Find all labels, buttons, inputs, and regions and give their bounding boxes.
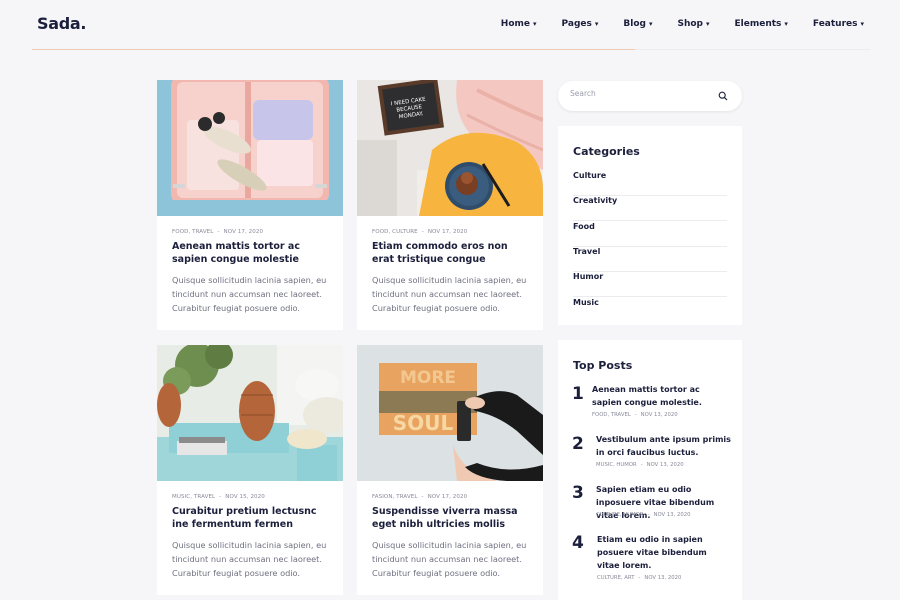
top-post-number: 2 [572, 434, 584, 454]
svg-text:SOUL: SOUL [393, 411, 454, 435]
chevron-down-icon: ▾ [784, 20, 788, 28]
living-room-image [157, 345, 343, 481]
post-thumbnail-poster[interactable]: MORE SOUL [357, 345, 543, 481]
nav-item-elements[interactable]: Elements ▾ [735, 19, 788, 29]
search-input[interactable] [570, 89, 710, 98]
post-date: NOV 17, 2020 [427, 494, 468, 500]
category-item-creativity[interactable]: Creativity [573, 196, 727, 221]
top-post-categories[interactable]: CULTURE, ART [597, 575, 634, 581]
top-post-meta: CULTURE, HUMOR - NOV 13, 2020 [596, 512, 691, 518]
post-meta: FASION, TRAVEL - NOV 17, 2020 [372, 494, 468, 500]
top-post-date: NOV 13, 2020 [640, 412, 678, 418]
nav-label: Pages [561, 19, 592, 29]
site-header: Sada. Home ▾ Pages ▾ Blog ▾ Shop ▾ Elements ▾… [0, 0, 900, 50]
post-card[interactable]: MUSIC, TRAVEL - NOV 15, 2020 Curabitur pre… [157, 345, 343, 595]
site-logo[interactable]: Sada. [37, 14, 86, 33]
post-title[interactable]: Etiam commodo eros non erat tristique co… [372, 240, 532, 266]
top-post-categories[interactable]: MUSIC, HUMOR [596, 462, 637, 468]
category-item-travel[interactable]: Travel [573, 247, 727, 272]
nav-label: Home [500, 19, 530, 29]
post-title[interactable]: Aenean mattis tortor ac sapien congue mo… [172, 240, 332, 266]
category-item-music[interactable]: Music [573, 298, 727, 323]
main-nav: Home ▾ Pages ▾ Blog ▾ Shop ▾ Elements ▾ Featu… [476, 19, 864, 29]
post-categories[interactable]: FASION, TRAVEL [372, 494, 418, 500]
post-thumbnail-room[interactable] [157, 345, 343, 481]
top-post-number: 4 [572, 533, 584, 553]
cake-letterboard-image: I NEED CAKE BECAUSE MONDAY. [357, 80, 543, 216]
post-card[interactable]: I NEED CAKE BECAUSE MONDAY. FOOD, CULTUR… [357, 80, 543, 330]
chevron-down-icon: ▾ [705, 20, 710, 28]
top-post-date: NOV 13, 2020 [644, 575, 682, 581]
post-categories[interactable]: MUSIC, TRAVEL [172, 494, 215, 500]
top-post-title[interactable]: Etiam eu odio in sapien posuere vitae bi… [597, 533, 727, 572]
nav-label: Shop [677, 19, 703, 29]
post-categories[interactable]: FOOD, CULTURE [372, 229, 418, 235]
top-post-number: 3 [572, 483, 584, 503]
nav-label: Features [812, 19, 858, 29]
top-post-categories[interactable]: CULTURE, HUMOR [596, 512, 644, 518]
post-title[interactable]: Curabitur pretium lectusnc ine fermentum… [172, 505, 332, 531]
post-date: NOV 15, 2020 [225, 494, 265, 500]
top-posts-widget: Top Posts 1 Aenean mattis tortor ac sapi… [558, 340, 742, 600]
header-divider [635, 49, 870, 50]
svg-text:MORE: MORE [400, 368, 456, 388]
post-excerpt: Quisque sollicitudin lacinia sapien, eu … [172, 540, 327, 578]
top-post-meta: FOOD, TRAVEL - NOV 13, 2020 [592, 412, 678, 418]
nav-item-home[interactable]: Home ▾ [501, 19, 537, 29]
top-posts-title: Top Posts [573, 359, 633, 372]
post-date: NOV 17, 2020 [223, 229, 264, 235]
search-icon[interactable] [718, 91, 728, 101]
nav-label: Blog [623, 19, 646, 29]
categories-title: Categories [573, 145, 640, 158]
top-post-number: 1 [572, 384, 584, 404]
nav-item-pages[interactable]: Pages ▾ [562, 19, 599, 29]
post-meta: FOOD, TRAVEL - NOV 17, 2020 [172, 229, 264, 235]
chevron-down-icon: ▾ [648, 20, 653, 28]
nav-label: Elements [734, 19, 782, 29]
top-post-title[interactable]: Aenean mattis tortor ac sapien congue mo… [592, 383, 728, 409]
post-card[interactable]: FOOD, TRAVEL - NOV 17, 2020 Aenean mattis … [157, 80, 343, 330]
search-bar [558, 81, 742, 111]
nav-item-blog[interactable]: Blog ▾ [623, 19, 652, 29]
category-item-culture[interactable]: Culture [573, 171, 727, 196]
post-title[interactable]: Suspendisse viverra massa eget nibh ultr… [372, 505, 532, 531]
category-item-food[interactable]: Food [573, 222, 727, 247]
post-thumbnail-cake[interactable]: I NEED CAKE BECAUSE MONDAY. [357, 80, 543, 216]
post-excerpt: Quisque sollicitudin lacinia sapien, eu … [172, 275, 327, 313]
top-post-date: NOV 13, 2020 [653, 512, 691, 518]
post-meta: MUSIC, TRAVEL - NOV 15, 2020 [172, 494, 265, 500]
suitcase-image [157, 80, 343, 216]
more-soul-poster-image: MORE SOUL [357, 345, 543, 481]
top-post-date: NOV 13, 2020 [646, 462, 684, 468]
top-post-title[interactable]: Vestibulum ante ipsum primis in orci fau… [596, 433, 732, 459]
category-item-humor[interactable]: Humor [573, 272, 727, 297]
post-excerpt: Quisque sollicitudin lacinia sapien, eu … [372, 275, 527, 313]
post-thumbnail-suitcase[interactable] [157, 80, 343, 216]
nav-item-features[interactable]: Features ▾ [813, 19, 864, 29]
nav-item-shop[interactable]: Shop ▾ [677, 19, 709, 29]
post-card[interactable]: MORE SOUL FASION, TRAVEL - NOV 17, 2020 Su… [357, 345, 543, 595]
chevron-down-icon: ▾ [594, 20, 599, 28]
categories-widget: Categories Culture Creativity Food Trave… [558, 126, 742, 325]
top-post-meta: CULTURE, ART - NOV 13, 2020 [597, 575, 682, 581]
post-date: NOV 17, 2020 [427, 229, 468, 235]
top-post-meta: MUSIC, HUMOR - NOV 13, 2020 [596, 462, 684, 468]
header-accent-divider [32, 49, 635, 50]
post-meta: FOOD, CULTURE - NOV 17, 2020 [372, 229, 468, 235]
top-post-categories[interactable]: FOOD, TRAVEL [592, 412, 631, 418]
post-categories[interactable]: FOOD, TRAVEL [172, 229, 213, 235]
chevron-down-icon: ▾ [860, 20, 864, 28]
chevron-down-icon: ▾ [533, 20, 537, 28]
post-excerpt: Quisque sollicitudin lacinia sapien, eu … [372, 540, 527, 578]
